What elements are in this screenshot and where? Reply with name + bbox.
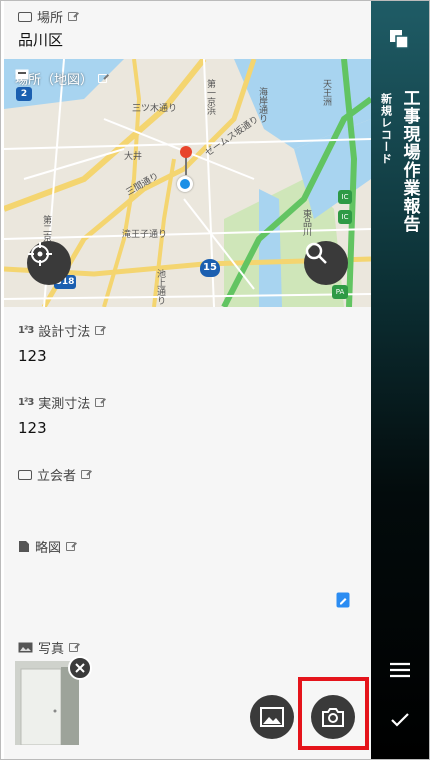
map-field-label: 場所（地図） [15, 69, 108, 88]
crosshair-icon [28, 242, 52, 266]
map-pin-icon[interactable] [179, 145, 193, 175]
layers-icon[interactable] [389, 29, 409, 49]
street-label: 海岸通り [257, 87, 267, 123]
edit-icon [95, 398, 105, 407]
locate-button[interactable] [27, 241, 71, 285]
search-icon [305, 242, 327, 264]
map-field-icon [15, 69, 29, 80]
measured-dimension-field[interactable]: 1²3 実測寸法 123 [4, 379, 371, 452]
menu-icon[interactable] [389, 662, 411, 678]
number-icon: 1²3 [18, 325, 34, 336]
text-field-icon [18, 469, 32, 480]
street-label: 大井 [124, 152, 143, 162]
map-search-button[interactable] [304, 241, 348, 285]
app-frame: 場所 品川区 1²3 設計寸法 123 1²3 実測寸法 123 立会者 略図 … [0, 0, 430, 760]
sketch-icon [19, 541, 29, 552]
image-icon [260, 707, 284, 727]
street-label: ゼームス坂通り [203, 114, 261, 159]
edit-icon [81, 470, 91, 479]
design-dimension-value[interactable]: 123 [18, 347, 47, 365]
street-label: 池上通り [155, 269, 165, 305]
map-view[interactable]: 三ツ木通り 第二京浜 三間通り ゼームス坂通り 第一京浜 海岸通り 池上通り 滝… [4, 59, 371, 307]
app-side-panel: 工事現場作業報告 新規レコード [371, 1, 429, 759]
app-title: 工事現場作業報告 [399, 89, 420, 233]
gallery-button[interactable] [250, 695, 294, 739]
location-field-label: 場所 [18, 7, 78, 26]
design-dimension-label: 1²3 設計寸法 [18, 321, 105, 340]
ic-badge: IC [338, 190, 352, 204]
sketch-field[interactable]: 略図 [4, 521, 371, 623]
pa-badge: PA [332, 285, 348, 299]
design-dimension-field[interactable]: 1²3 設計寸法 123 [4, 307, 371, 380]
check-icon[interactable] [390, 712, 410, 728]
location-field[interactable]: 場所 品川区 [4, 1, 371, 60]
attendee-label: 立会者 [18, 465, 91, 484]
sketch-label: 略図 [18, 537, 76, 556]
street-label: 天王洲 [321, 79, 331, 106]
edit-icon [95, 326, 105, 335]
street-label: 三間通り [124, 171, 161, 199]
image-icon [18, 642, 33, 653]
sketch-edit-icon[interactable] [336, 592, 350, 608]
street-label: 第一京浜 [205, 79, 215, 115]
app-title-group: 工事現場作業報告 新規レコード [371, 89, 429, 233]
street-label: 滝王子通り [122, 230, 168, 240]
location-value[interactable]: 品川区 [18, 29, 63, 50]
remove-photo-button[interactable] [68, 656, 92, 680]
street-label: 東品川 [301, 209, 311, 236]
edit-icon [98, 74, 108, 83]
number-icon: 1²3 [18, 397, 34, 408]
close-icon [75, 663, 85, 673]
measured-dimension-value[interactable]: 123 [18, 419, 47, 437]
photo-label: 写真 [18, 638, 79, 657]
measured-dimension-label: 1²3 実測寸法 [18, 393, 105, 412]
edit-icon [68, 12, 78, 21]
edit-icon [69, 643, 79, 652]
ic-badge: IC [338, 210, 352, 224]
current-location-dot [177, 176, 193, 192]
street-label: 三ツ木通り [132, 104, 178, 114]
edit-icon [66, 542, 76, 551]
attendee-field[interactable]: 立会者 [4, 451, 371, 522]
route-shield-2: 2 [16, 87, 32, 101]
camera-highlight-box [298, 677, 369, 750]
route-shield-15: 15 [200, 259, 220, 277]
record-subtitle: 新規レコード [379, 93, 393, 165]
text-field-icon [18, 11, 32, 22]
